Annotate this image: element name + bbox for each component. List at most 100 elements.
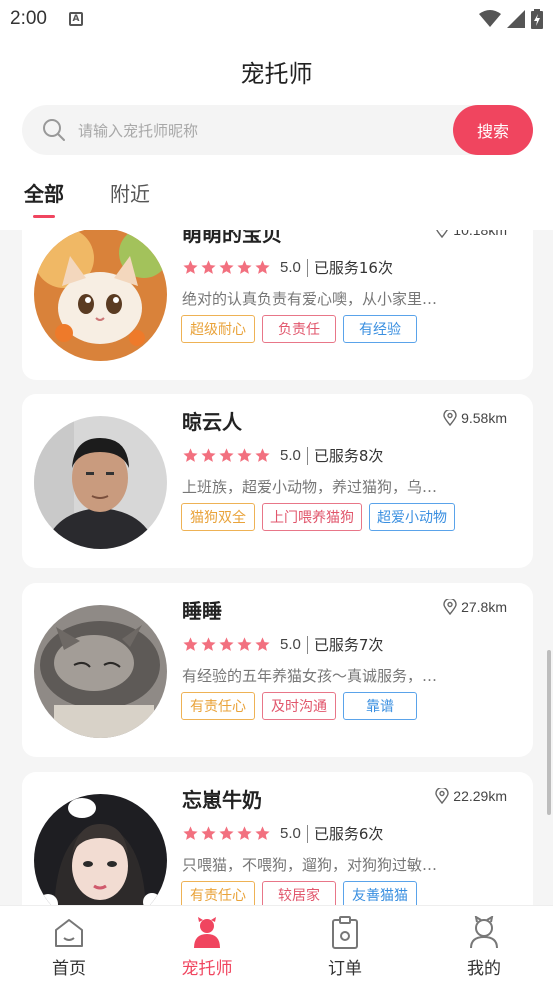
tag: 有责任心 <box>181 692 255 720</box>
avatar <box>34 416 167 549</box>
sitter-card[interactable]: 萌萌的宝贝 10.18km 5.0 已服务16次 绝对的认真负责有爱心噢，从小家… <box>22 230 533 380</box>
search-icon <box>43 119 65 141</box>
nav-orders[interactable]: 订单 <box>305 916 385 979</box>
sitter-description: 绝对的认真负责有爱心噢，从小家里… <box>182 290 438 308</box>
distance-value: 9.58km <box>461 410 507 426</box>
battery-icon <box>531 9 543 29</box>
location-pin-icon <box>443 410 457 426</box>
sitter-card[interactable]: 睡睡 27.8km 5.0 已服务7次 有经验的五年养猫女孩～真诚服务，… 有责… <box>22 583 533 757</box>
tag: 有责任心 <box>181 881 255 905</box>
rating-row: 5.0 已服务8次 <box>182 445 383 466</box>
rating-row: 5.0 已服务16次 <box>182 257 393 278</box>
notification-a-icon: A <box>68 12 83 26</box>
order-icon <box>332 916 358 949</box>
star-icon <box>219 637 234 651</box>
distance-value: 27.8km <box>461 599 507 615</box>
star-icon <box>183 637 198 651</box>
nav-profile[interactable]: 我的 <box>444 916 524 979</box>
star-icon <box>219 260 234 274</box>
tag: 负责任 <box>262 315 336 343</box>
distance: 9.58km <box>443 410 507 426</box>
sitter-list[interactable]: 萌萌的宝贝 10.18km 5.0 已服务16次 绝对的认真负责有爱心噢，从小家… <box>0 230 553 905</box>
rating-value: 5.0 <box>280 259 301 276</box>
page-header: 宠托师 请输入宠托师昵称 搜索 全部 附近 <box>0 38 553 230</box>
star-icon <box>237 826 252 840</box>
search-input[interactable]: 请输入宠托师昵称 <box>78 120 198 141</box>
served-count: 已服务16次 <box>313 259 393 277</box>
tag-list: 有责任心 及时沟通 靠谱 <box>181 692 417 720</box>
distance-value: 22.29km <box>453 788 507 804</box>
rating-value: 5.0 <box>280 825 301 842</box>
sitter-description: 有经验的五年养猫女孩～真诚服务，… <box>182 667 438 685</box>
tag: 友善猫猫 <box>343 881 417 905</box>
star-icon <box>201 260 216 274</box>
sitter-name: 萌萌的宝贝 <box>182 230 282 246</box>
star-icon <box>183 448 198 462</box>
star-icon <box>183 826 198 840</box>
status-bar: 2:00 A <box>0 0 553 38</box>
sitter-name: 睡睡 <box>182 599 222 623</box>
distance: 22.29km <box>435 788 507 804</box>
served-count: 已服务8次 <box>313 447 384 465</box>
star-icon <box>237 448 252 462</box>
served-count: 已服务7次 <box>313 636 384 654</box>
star-icon <box>201 448 216 462</box>
sitter-name: 晾云人 <box>182 410 242 434</box>
rating-row: 5.0 已服务6次 <box>182 823 383 844</box>
divider <box>306 824 308 843</box>
star-icon <box>255 826 270 840</box>
nav-label: 首页 <box>52 959 86 979</box>
nav-label: 我的 <box>467 959 501 979</box>
served-count: 已服务6次 <box>313 825 384 843</box>
tag: 较居家 <box>262 881 336 905</box>
status-icons <box>479 9 543 29</box>
rating-row: 5.0 已服务7次 <box>182 634 383 655</box>
sitter-icon <box>194 917 220 948</box>
avatar <box>34 605 167 738</box>
star-icon <box>183 260 198 274</box>
nav-label: 订单 <box>328 959 362 979</box>
star-icon <box>201 637 216 651</box>
tag: 超级耐心 <box>181 315 255 343</box>
star-icon <box>255 260 270 274</box>
nav-home[interactable]: 首页 <box>29 916 109 979</box>
tab-bar: 全部 附近 <box>0 178 553 230</box>
divider <box>306 635 308 654</box>
sitter-card[interactable]: 晾云人 9.58km 5.0 已服务8次 上班族，超爱小动物，养过猫狗，乌… 猫… <box>22 394 533 568</box>
location-pin-icon <box>435 788 449 804</box>
rating-value: 5.0 <box>280 636 301 653</box>
tag: 上门喂养猫狗 <box>262 503 362 531</box>
sitter-name: 忘崽牛奶 <box>182 788 262 812</box>
search-button[interactable]: 搜索 <box>453 105 533 155</box>
distance: 10.18km <box>435 230 507 238</box>
star-icon <box>237 637 252 651</box>
avatar <box>34 230 167 361</box>
avatar <box>34 794 167 905</box>
distance-value: 10.18km <box>453 230 507 238</box>
tag: 猫狗双全 <box>181 503 255 531</box>
tag-list: 有责任心 较居家 友善猫猫 <box>181 881 417 905</box>
home-icon <box>55 919 83 947</box>
star-icon <box>219 826 234 840</box>
nav-label: 宠托师 <box>181 959 233 979</box>
wifi-icon <box>479 10 501 27</box>
tag: 及时沟通 <box>262 692 336 720</box>
location-pin-icon <box>436 230 449 238</box>
star-icon <box>201 826 216 840</box>
tab-all[interactable]: 全部 <box>24 178 64 207</box>
star-icon <box>255 448 270 462</box>
sitter-card[interactable]: 忘崽牛奶 22.29km 5.0 已服务6次 只喂猫，不喂狗，遛狗，对狗狗过敏…… <box>22 772 533 905</box>
page-title: 宠托师 <box>240 60 313 88</box>
bottom-nav: 首页 宠托师 订单 我的 <box>0 905 553 983</box>
tag: 超爱小动物 <box>369 503 455 531</box>
divider <box>306 446 308 465</box>
tab-nearby[interactable]: 附近 <box>110 178 150 207</box>
tag-list: 猫狗双全 上门喂养猫狗 超爱小动物 <box>181 503 455 531</box>
nav-sitter[interactable]: 宠托师 <box>167 916 247 979</box>
search-bar[interactable]: 请输入宠托师昵称 搜索 <box>22 105 533 155</box>
rating-value: 5.0 <box>280 447 301 464</box>
star-icon <box>237 260 252 274</box>
sitter-description: 上班族，超爱小动物，养过猫狗，乌… <box>182 478 438 496</box>
scrollbar[interactable] <box>547 650 551 815</box>
location-pin-icon <box>443 599 457 615</box>
